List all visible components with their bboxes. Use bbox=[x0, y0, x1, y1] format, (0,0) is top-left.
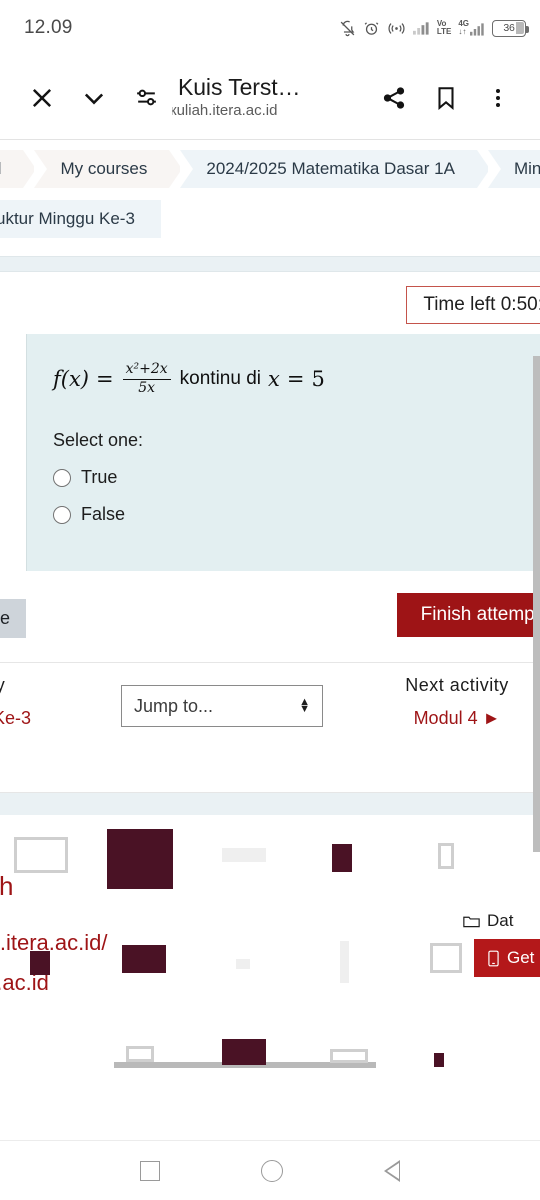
mobile-phone-icon bbox=[488, 950, 499, 967]
footer-placeholder-block bbox=[236, 959, 250, 970]
4g-signal-icon: 4G ↓↑ bbox=[458, 20, 485, 36]
battery-level: 36 bbox=[503, 22, 515, 34]
footer-placeholder-block bbox=[434, 1053, 444, 1068]
volte-icon: Vo LTE bbox=[437, 20, 452, 36]
answer-option-true[interactable]: True bbox=[53, 467, 540, 488]
breadcrumb-label: My courses bbox=[60, 159, 148, 178]
breadcrumb-item-minggu[interactable]: Ming bbox=[487, 150, 540, 188]
footer-divider-strip bbox=[0, 793, 540, 816]
footer-placeholder-block bbox=[438, 843, 454, 870]
page-title-block[interactable]: Kuis Terst… кuliah.itera.ac.id bbox=[172, 74, 368, 121]
recents-button[interactable] bbox=[140, 1160, 161, 1181]
more-vertical-icon[interactable] bbox=[472, 72, 524, 124]
jump-to-label: Jump to... bbox=[134, 695, 214, 716]
answer-option-false[interactable]: False bbox=[53, 504, 540, 525]
tune-sliders-icon[interactable] bbox=[120, 72, 172, 124]
formula-equals: = bbox=[96, 367, 114, 392]
section-divider-strip bbox=[0, 256, 540, 272]
volte-bottom: LTE bbox=[436, 27, 452, 36]
option-label: False bbox=[81, 504, 126, 525]
web-page-viewport: d My courses 2024/2025 Matematika Dasar … bbox=[0, 140, 540, 1140]
quiz-timer: Time left 0:50: bbox=[406, 286, 540, 324]
page-title: Kuis Terst… bbox=[178, 74, 301, 100]
status-bar: 12.09 Vo LTE 4G ↓↑ 36 bbox=[0, 0, 540, 56]
finish-attempt-button[interactable]: Finish attempt bbox=[396, 593, 540, 638]
formula-text: kontinu di bbox=[179, 368, 262, 390]
breadcrumb-label: d bbox=[0, 159, 1, 179]
quiz-header: Time left 0:50: bbox=[0, 272, 540, 334]
next-activity-link[interactable]: Modul 4 ► bbox=[352, 708, 540, 729]
fraction-numerator: x²+2x bbox=[125, 361, 168, 377]
radio-false[interactable] bbox=[53, 505, 71, 524]
footer-placeholder-block bbox=[340, 941, 349, 984]
vertical-scrollbar[interactable] bbox=[533, 356, 540, 852]
browser-toolbar: Kuis Terst… кuliah.itera.ac.id bbox=[0, 56, 540, 140]
battery-icon: 36 bbox=[492, 19, 529, 37]
share-icon[interactable] bbox=[368, 72, 420, 124]
get-app-label: Get bbox=[507, 948, 535, 968]
footer-placeholder-block bbox=[126, 1046, 154, 1063]
chevron-down-icon[interactable] bbox=[68, 72, 120, 124]
footer-placeholder-block bbox=[30, 951, 50, 976]
breadcrumb-item-course[interactable]: 2024/2025 Matematika Dasar 1A bbox=[180, 150, 490, 188]
phone-screen: 12.09 Vo LTE 4G ↓↑ 36 Kuis Terst… кuliah… bbox=[0, 0, 540, 1200]
page-footer: ch ik.itera.ac.id/ a.ac.id Dat Get bbox=[0, 815, 540, 1072]
chevron-updown-icon: ▲ ▼ bbox=[299, 696, 310, 716]
footer-placeholder-block bbox=[330, 1049, 368, 1064]
footer-url-line-1[interactable]: ik.itera.ac.id/ bbox=[0, 930, 108, 956]
formula-fraction: x²+2x 5x bbox=[122, 361, 171, 396]
signal-bars-icon bbox=[412, 22, 429, 35]
back-button[interactable] bbox=[383, 1159, 400, 1182]
question-card: f(x) = x²+2x 5x kontinu di x = 5 Select … bbox=[26, 334, 540, 572]
bookmark-icon[interactable] bbox=[420, 72, 472, 124]
quiz-actions: ge Finish attempt bbox=[0, 571, 540, 664]
breadcrumb-label: Ming bbox=[513, 159, 540, 178]
breadcrumb-label: uktur Minggu Ke-3 bbox=[0, 209, 135, 228]
option-label: True bbox=[81, 467, 118, 488]
page-button[interactable]: ge bbox=[0, 599, 27, 639]
footer-placeholder-block bbox=[430, 943, 462, 974]
gen-bottom: ↓↑ bbox=[458, 27, 467, 36]
footer-placeholder-block bbox=[122, 945, 166, 974]
breadcrumb-item-my-courses[interactable]: My courses bbox=[34, 150, 183, 188]
footer-placeholder-block bbox=[332, 844, 352, 873]
footer-placeholder-block bbox=[14, 837, 68, 874]
fraction-denominator: 5x bbox=[138, 379, 156, 396]
page-url: кuliah.itera.ac.id bbox=[172, 102, 278, 119]
data-retention-label: Dat bbox=[487, 911, 514, 931]
formula-tail-equals: = bbox=[286, 367, 305, 392]
home-button[interactable] bbox=[260, 1159, 283, 1182]
footer-search-text: ch bbox=[0, 871, 14, 902]
activity-navigation: ctivity ggu Ke-3 Jump to... ▲▼ Next acti… bbox=[0, 663, 540, 794]
jump-to-select[interactable]: Jump to... ▲ ▼ bbox=[121, 685, 323, 728]
select-one-label: Select one: bbox=[53, 430, 144, 451]
question-formula: f(x) = x²+2x 5x kontinu di x = 5 bbox=[53, 361, 540, 396]
formula-fx: f(x) bbox=[53, 367, 90, 392]
next-activity-heading: Next activity bbox=[405, 675, 509, 696]
folder-icon bbox=[463, 916, 480, 928]
android-nav-bar bbox=[0, 1140, 540, 1200]
alarm-clock-icon bbox=[364, 21, 379, 35]
data-retention-link[interactable]: Dat bbox=[463, 911, 513, 931]
hotspot-icon bbox=[388, 22, 405, 34]
status-icons: Vo LTE 4G ↓↑ 36 bbox=[339, 19, 529, 37]
get-app-button[interactable]: Get bbox=[474, 939, 540, 978]
radio-true[interactable] bbox=[53, 468, 71, 487]
close-icon[interactable] bbox=[16, 72, 68, 124]
footer-placeholder-block bbox=[107, 829, 173, 890]
status-clock: 12.09 bbox=[24, 17, 73, 38]
breadcrumb-label: 2024/2025 Matematika Dasar 1A bbox=[206, 159, 455, 178]
breadcrumb-item-dashboard[interactable]: d bbox=[0, 150, 38, 188]
next-activity: Next activity Modul 4 ► bbox=[352, 675, 540, 729]
bell-off-icon bbox=[340, 20, 355, 36]
footer-placeholder-block bbox=[222, 848, 266, 863]
breadcrumb-item-terstruktur[interactable]: uktur Minggu Ke-3 bbox=[0, 200, 161, 238]
breadcrumb: d My courses 2024/2025 Matematika Dasar … bbox=[0, 140, 540, 198]
formula-tail-value: 5 bbox=[311, 367, 325, 392]
formula-tail-var: x bbox=[268, 367, 280, 392]
footer-placeholder-block bbox=[222, 1039, 266, 1066]
